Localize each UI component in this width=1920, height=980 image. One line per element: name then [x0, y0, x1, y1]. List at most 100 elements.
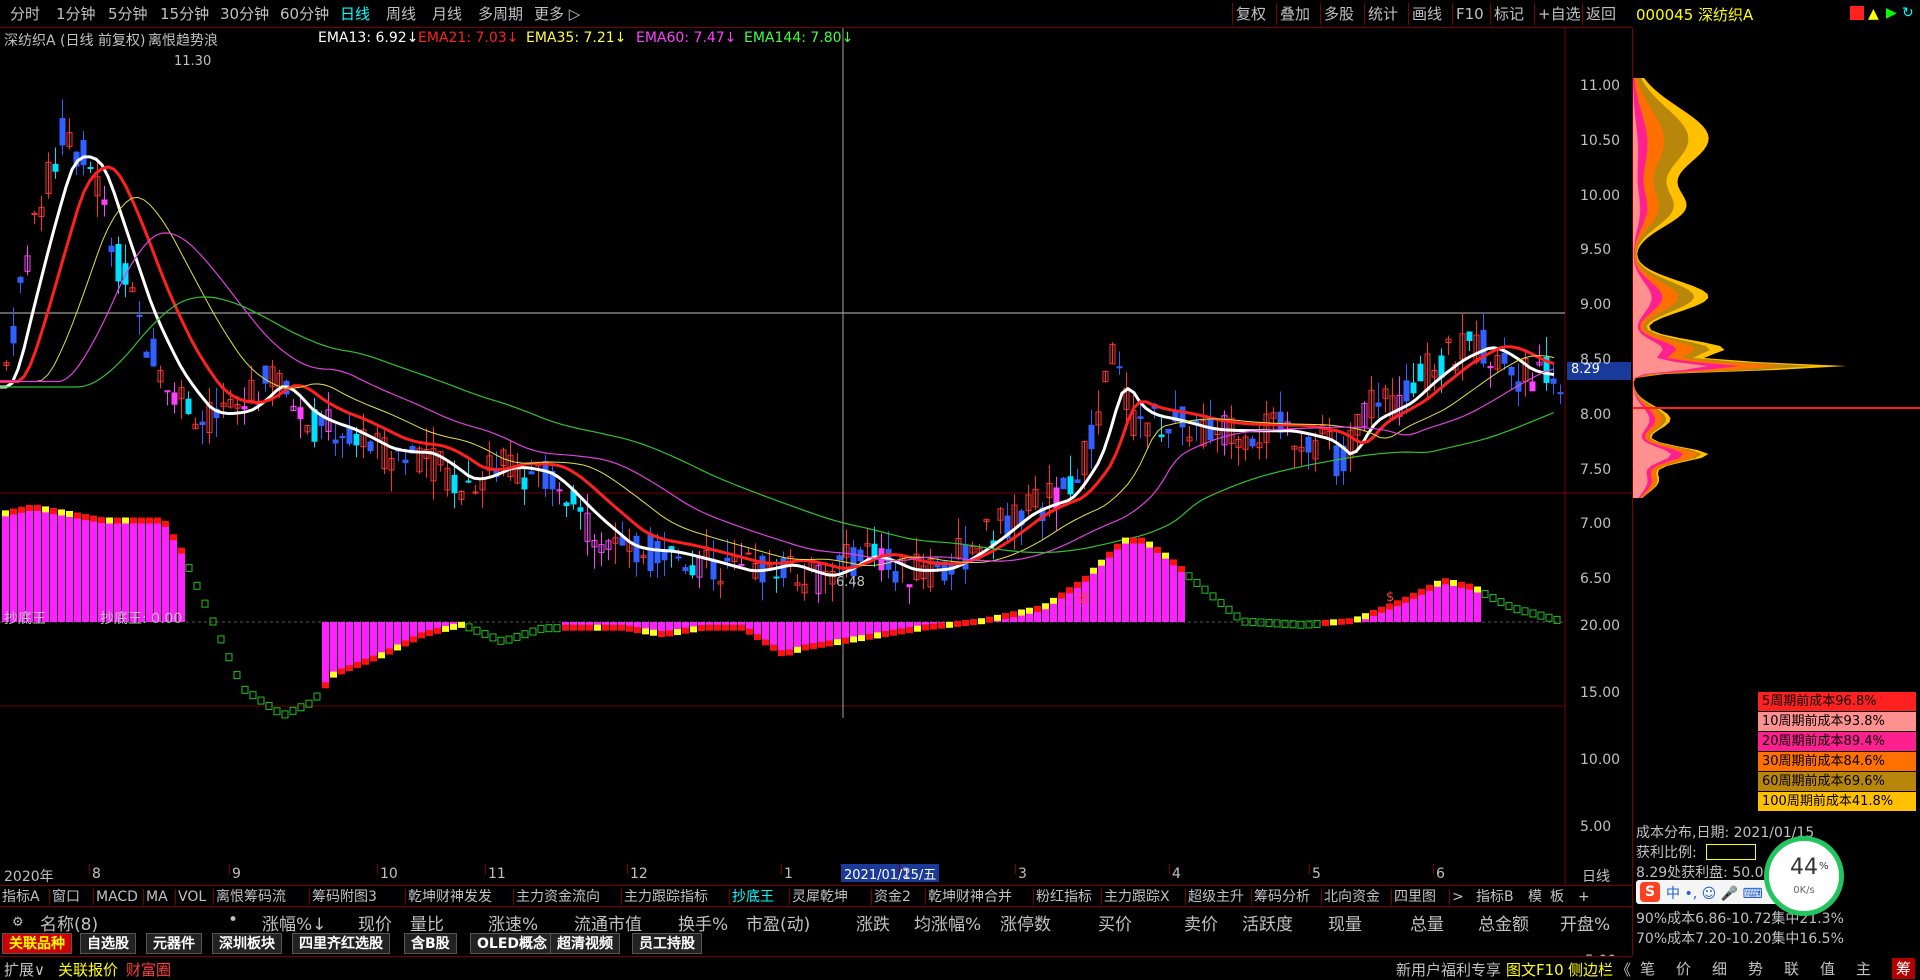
expand-button[interactable]: 扩展∨ [4, 959, 45, 980]
toolbar-button-4[interactable]: 画线 [1412, 4, 1442, 24]
tab-more-icon[interactable]: > [1452, 888, 1464, 906]
indicator-tab-5[interactable]: 离恨筹码流 [216, 888, 286, 906]
toolbar-button-2[interactable]: 多股 [1324, 4, 1354, 24]
f10-link[interactable]: 图文F10 [1506, 959, 1564, 980]
indicator-tab-11[interactable]: 灵犀乾坤 [792, 888, 848, 906]
candle-body [634, 536, 639, 561]
indicator-tab-17[interactable]: 筹码分析 [1254, 888, 1310, 906]
column-header-13[interactable]: 卖价 [1184, 910, 1218, 935]
period-tab-3[interactable]: 15分钟 [160, 4, 209, 24]
indicator-tab-right-3[interactable]: + [1578, 888, 1590, 906]
sub-bar-cap [1442, 578, 1449, 584]
group-tab-6[interactable]: OLED概念 [470, 933, 554, 954]
indicator-tab-14[interactable]: 粉红指标 [1036, 888, 1092, 906]
indicator-tab-right-1[interactable]: 模 [1528, 888, 1542, 906]
right-tab-6[interactable]: 主 [1856, 958, 1871, 979]
group-tab-8[interactable]: 员工持股 [632, 933, 702, 954]
period-tab-8[interactable]: 月线 [432, 4, 462, 24]
indicator-tab-4[interactable]: VOL [178, 888, 206, 906]
column-header-8[interactable]: 市盈(动) [746, 910, 810, 935]
indicator-tab-19[interactable]: 四里图 [1394, 888, 1436, 906]
toolbar-button-0[interactable]: 复权 [1236, 4, 1266, 24]
group-tab-0[interactable]: 关联品种 [2, 933, 72, 954]
right-tab-3[interactable]: 势 [1748, 958, 1763, 979]
column-header-6[interactable]: 流通市值 [574, 910, 642, 935]
indicator-tab-10[interactable]: 抄底王 [732, 888, 774, 906]
indicator-tab-0[interactable]: 指标A [2, 888, 40, 906]
indicator-tab-12[interactable]: 资金2 [874, 888, 911, 906]
toolbar-button-8[interactable]: 返回 [1586, 4, 1616, 24]
period-tab-2[interactable]: 5分钟 [108, 4, 148, 24]
indicator-tab-15[interactable]: 主力跟踪X [1104, 888, 1170, 906]
column-header-0[interactable]: 名称(8) [40, 910, 98, 935]
indicator-tab-2[interactable]: MACD [96, 888, 138, 906]
period-tab-0[interactable]: 分时 [10, 4, 40, 24]
toolbar-button-7[interactable]: +自选 [1538, 4, 1581, 24]
indicator-tab-18[interactable]: 北向资金 [1324, 888, 1380, 906]
group-tab-4[interactable]: 四里齐红选股 [292, 933, 390, 954]
period-tab-4[interactable]: 30分钟 [220, 4, 269, 24]
refresh-icon[interactable]: ↻ [1902, 5, 1914, 21]
period-tab-6[interactable]: 日线 [340, 4, 370, 24]
input-method-bar[interactable]: S 中 •, ☺ 🎤 ⌨ [1636, 880, 1786, 904]
toolbar-button-6[interactable]: 标记 [1494, 4, 1524, 24]
collapse-icon[interactable]: 《 [1616, 959, 1631, 980]
period-tab-7[interactable]: 周线 [386, 4, 416, 24]
toolbar-button-1[interactable]: 叠加 [1280, 4, 1310, 24]
indicator-tab-right-0[interactable]: 指标B [1476, 888, 1514, 906]
column-header-11[interactable]: 涨停数 [1000, 910, 1051, 935]
indicator-tab-13[interactable]: 乾坤财神合并 [928, 888, 1012, 906]
indicator-name[interactable]: 离恨趋势浪 [148, 30, 218, 50]
column-header-15[interactable]: 现量 [1328, 910, 1362, 935]
toolbar-button-5[interactable]: F10 [1456, 4, 1484, 24]
indicator-tab-8[interactable]: 主力资金流向 [516, 888, 600, 906]
toolbar-button-3[interactable]: 统计 [1368, 4, 1398, 24]
right-tab-2[interactable]: 细 [1712, 958, 1727, 979]
right-tab-4[interactable]: 联 [1784, 958, 1799, 979]
pin-icon[interactable]: ▲ [1868, 6, 1879, 22]
column-header-2[interactable]: 涨幅%↓ [262, 910, 326, 935]
column-header-10[interactable]: 均涨幅% [914, 910, 981, 935]
flag-icon[interactable] [1850, 6, 1864, 20]
column-header-16[interactable]: 总量 [1410, 910, 1444, 935]
new-user-link[interactable]: 新用户福利专享 [1396, 959, 1501, 980]
column-header-4[interactable]: 量比 [410, 910, 444, 935]
column-header-3[interactable]: 现价 [358, 910, 392, 935]
ime-chinese-icon[interactable]: 中 •, ☺ 🎤 ⌨ [1666, 883, 1763, 903]
column-header-9[interactable]: 涨跌 [856, 910, 890, 935]
sidebar-link[interactable]: 侧边栏 [1568, 959, 1613, 980]
gear-icon[interactable]: ⚙ [12, 915, 24, 930]
column-header-18[interactable]: 开盘% [1560, 910, 1610, 935]
group-tab-2[interactable]: 元器件 [146, 933, 202, 954]
column-header-5[interactable]: 涨速% [488, 910, 538, 935]
indicator-tab-3[interactable]: MA [146, 888, 168, 906]
column-header-14[interactable]: 活跃度 [1242, 910, 1293, 935]
right-tab-5[interactable]: 值 [1820, 958, 1835, 979]
group-tab-1[interactable]: 自选股 [80, 933, 136, 954]
play-icon[interactable]: ▶ [1886, 5, 1897, 21]
network-speed-gauge[interactable]: 44 % 0K/s [1764, 836, 1844, 916]
period-tab-9[interactable]: 多周期 [478, 4, 523, 24]
group-tab-5[interactable]: 含B股 [404, 933, 457, 954]
right-tab-7[interactable]: 筹 [1892, 958, 1915, 979]
related-quote-link[interactable]: 关联报价 [58, 959, 118, 980]
indicator-tab-16[interactable]: 超级主升 [1188, 888, 1244, 906]
column-header-1[interactable]: • [228, 910, 238, 930]
group-tab-7[interactable]: 超清视频 [550, 933, 620, 954]
column-header-7[interactable]: 换手% [678, 910, 728, 935]
wealth-circle-link[interactable]: 财富圈 [126, 959, 171, 980]
indicator-tab-1[interactable]: 窗口 [52, 888, 80, 906]
indicator-tab-6[interactable]: 筹码附图3 [312, 888, 377, 906]
period-tab-1[interactable]: 1分钟 [56, 4, 96, 24]
period-tab-5[interactable]: 60分钟 [280, 4, 329, 24]
indicator-tab-9[interactable]: 主力跟踪指标 [624, 888, 708, 906]
group-tab-3[interactable]: 深圳板块 [212, 933, 282, 954]
indicator-tab-right-2[interactable]: 板 [1550, 888, 1564, 906]
column-header-17[interactable]: 总金额 [1478, 910, 1529, 935]
period-tab-10[interactable]: 更多 ▷ [534, 4, 580, 24]
kline-chart[interactable] [0, 28, 1632, 898]
right-tab-1[interactable]: 价 [1676, 958, 1691, 979]
column-header-12[interactable]: 买价 [1098, 910, 1132, 935]
right-tab-0[interactable]: 笔 [1640, 958, 1655, 979]
indicator-tab-7[interactable]: 乾坤财神发发 [408, 888, 492, 906]
